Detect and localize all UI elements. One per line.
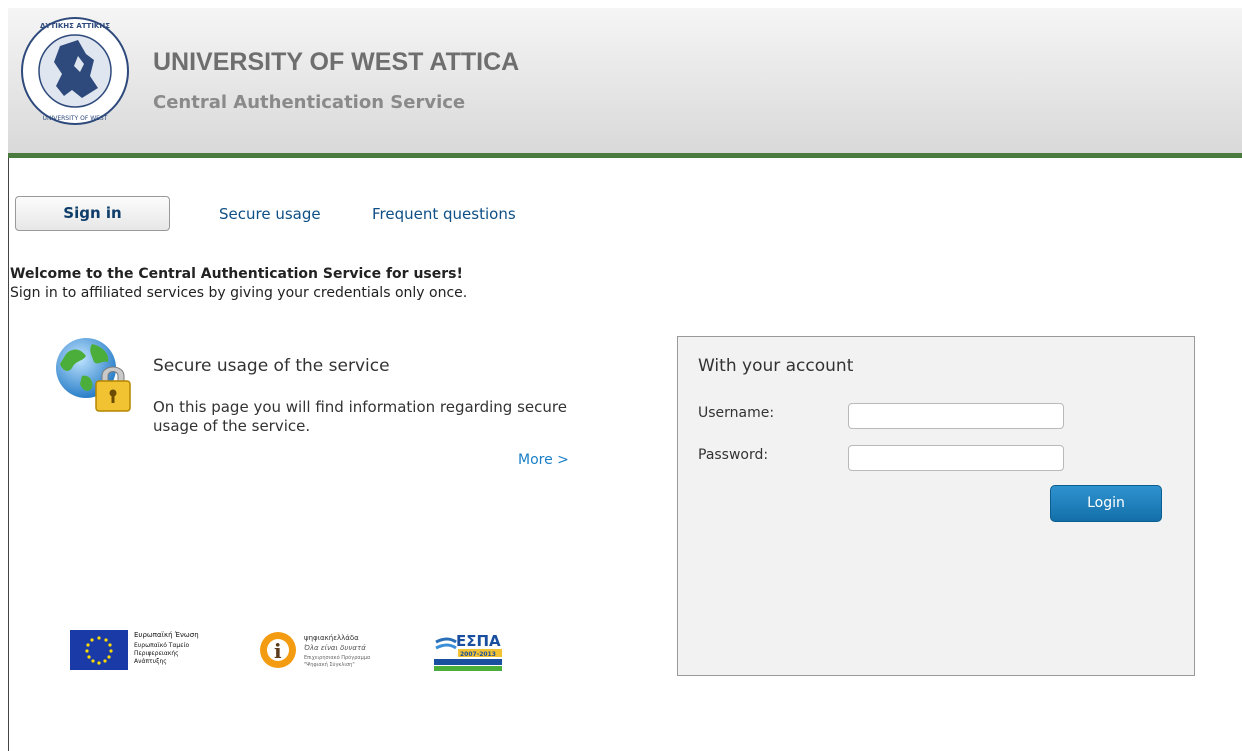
password-field[interactable] xyxy=(848,445,1064,471)
username-field[interactable] xyxy=(848,403,1064,429)
page-subtitle: Central Authentication Service xyxy=(153,92,466,113)
header: ΔΥΤΙΚΗΣ ΑΤΤΙΚΗΣ UNIVERSITY OF WEST UNIVE… xyxy=(8,8,1242,158)
tab-secure-usage[interactable]: Secure usage xyxy=(219,205,321,223)
svg-text:Ανάπτυξης: Ανάπτυξης xyxy=(134,658,167,665)
svg-text:Ευρωπαϊκή Ένωση: Ευρωπαϊκή Ένωση xyxy=(134,631,199,639)
svg-text:Περιφερειακής: Περιφερειακής xyxy=(134,650,179,657)
svg-text:ΕΣΠΑ: ΕΣΠΑ xyxy=(456,632,501,650)
svg-text:UNIVERSITY OF WEST: UNIVERSITY OF WEST xyxy=(43,115,108,122)
username-label: Username: xyxy=(698,405,775,421)
sponsor-logos: Ευρωπαϊκή Ένωση Ευρωπαϊκό Ταμείο Περιφερ… xyxy=(70,630,502,671)
university-logo: ΔΥΤΙΚΗΣ ΑΤΤΙΚΗΣ UNIVERSITY OF WEST xyxy=(21,17,129,125)
svg-text:Επιχειρησιακό Πρόγραμμα: Επιχειρησιακό Πρόγραμμα xyxy=(304,654,371,661)
svg-text:ΔΥΤΙΚΗΣ ΑΤΤΙΚΗΣ: ΔΥΤΙΚΗΣ ΑΤΤΙΚΗΣ xyxy=(40,22,110,30)
secure-usage-text: On this page you will find information r… xyxy=(153,398,567,435)
page-left-border xyxy=(8,158,9,751)
globe-lock-icon xyxy=(56,338,131,412)
secure-usage-title: Secure usage of the service xyxy=(153,356,390,376)
welcome-heading: Welcome to the Central Authentication Se… xyxy=(10,266,463,282)
welcome-text: Sign in to affiliated services by giving… xyxy=(10,285,468,301)
svg-text:ψηφιακήελλάδα: ψηφιακήελλάδα xyxy=(304,634,359,642)
eu-flag-logo: Ευρωπαϊκή Ένωση Ευρωπαϊκό Ταμείο Περιφερ… xyxy=(70,630,199,670)
login-title: With your account xyxy=(698,356,854,376)
password-label: Password: xyxy=(698,447,769,463)
login-button[interactable]: Login xyxy=(1050,485,1162,522)
more-link[interactable]: More > xyxy=(518,452,569,468)
svg-text:"Ψηφιακή Σύγκλιση": "Ψηφιακή Σύγκλιση" xyxy=(304,661,355,668)
digital-greece-logo: i ψηφιακήελλάδα Όλα είναι δυνατά Επιχειρ… xyxy=(260,632,371,668)
tab-frequent-questions[interactable]: Frequent questions xyxy=(372,205,516,223)
login-panel: With your account Username: Password: Lo… xyxy=(677,336,1195,676)
svg-text:Ευρωπαϊκό Ταμείο: Ευρωπαϊκό Ταμείο xyxy=(134,642,190,649)
svg-text:2007-2013: 2007-2013 xyxy=(460,651,496,658)
espa-logo: ΕΣΠΑ 2007-2013 xyxy=(434,632,502,671)
tab-sign-in[interactable]: Sign in xyxy=(15,196,170,231)
svg-text:Όλα είναι δυνατά: Όλα είναι δυνατά xyxy=(304,644,366,652)
page-title: UNIVERSITY OF WEST ATTICA xyxy=(153,48,520,76)
svg-text:i: i xyxy=(274,639,282,663)
